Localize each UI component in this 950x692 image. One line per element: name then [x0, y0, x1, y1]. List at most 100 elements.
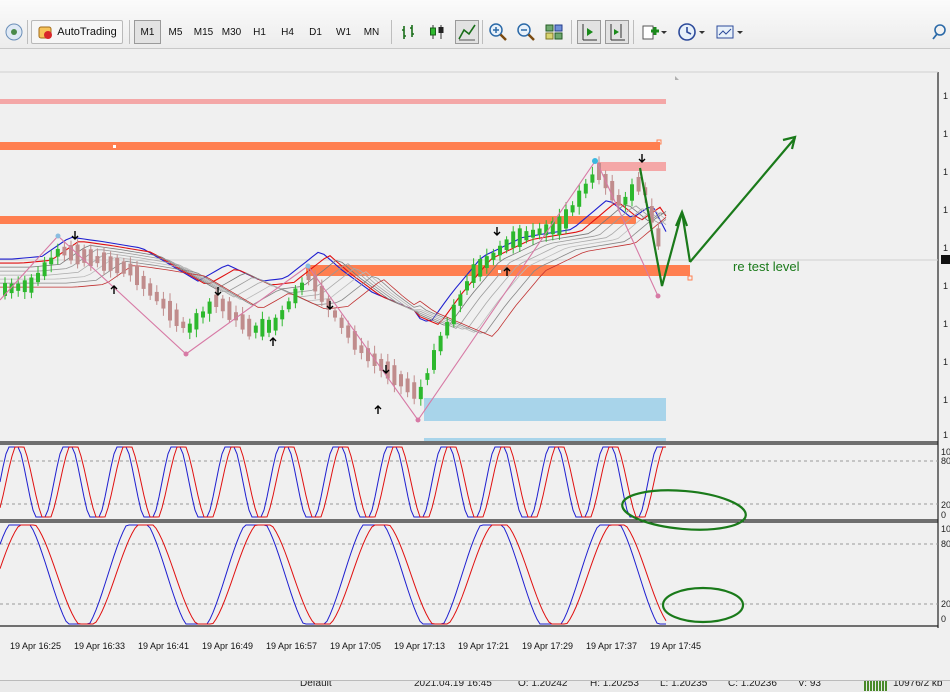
zigzag-point-high: [592, 158, 598, 164]
svg-text:1: 1: [943, 319, 948, 329]
candle-body: [616, 194, 621, 206]
candle-body: [636, 176, 641, 192]
candle-body: [121, 261, 126, 274]
osc1-level-80: 80: [941, 456, 950, 466]
candle-body: [531, 229, 535, 238]
candle-body: [333, 310, 337, 318]
candle-body: [623, 196, 628, 205]
candle-body: [154, 291, 159, 302]
candle-body: [108, 256, 113, 271]
candle-body: [49, 257, 54, 265]
candle-body: [537, 228, 542, 235]
time-label: 19 Apr 17:13: [394, 641, 446, 651]
zigzag-point: [55, 233, 61, 239]
candle-body: [359, 345, 364, 354]
time-label: 19 Apr 16:57: [266, 641, 318, 651]
time-axis: 19 Apr 16:25 19 Apr 16:33 19 Apr 16:41 1…: [0, 636, 950, 656]
candle-body: [161, 298, 166, 309]
candle-body: [260, 318, 265, 337]
svg-text:1: 1: [943, 243, 948, 253]
candle-body: [517, 228, 522, 247]
candle-body: [590, 174, 595, 183]
stochastic-2-main-line: [0, 524, 666, 625]
candle-body: [62, 246, 67, 256]
candle-body: [557, 216, 562, 235]
candle-body: [583, 183, 588, 194]
candle-body: [451, 304, 456, 325]
candle-body: [445, 322, 450, 336]
candle-body: [491, 252, 496, 260]
candle-body: [511, 231, 516, 248]
zone-orange-mid: [0, 216, 636, 224]
zone-blue-low: [424, 398, 666, 421]
candle-body: [286, 301, 291, 310]
status-traffic: 10976/2 kb: [893, 680, 943, 689]
osc2-level-0: 0: [941, 614, 946, 624]
time-label: 19 Apr 17:45: [650, 641, 702, 651]
candle-body: [16, 283, 21, 291]
candle-body: [88, 249, 93, 267]
time-label: 19 Apr 16:49: [202, 641, 254, 651]
status-bar: Default 2021.04.19 16:45 O: 1.20242 H: 1…: [0, 680, 950, 692]
status-close: C: 1.20236: [728, 680, 777, 689]
candle-body: [412, 382, 417, 399]
candle-body: [630, 184, 634, 201]
candle-body: [280, 310, 285, 320]
candle-body: [392, 365, 397, 386]
candle-body: [577, 190, 582, 207]
stochastic-1-signal-line: [0, 446, 667, 518]
candle-body: [55, 248, 60, 257]
svg-text:1: 1: [943, 167, 948, 177]
candle-body: [300, 282, 304, 291]
candle-body: [273, 317, 278, 331]
status-high: H: 1.20253: [590, 680, 639, 689]
svg-text:1: 1: [943, 205, 948, 215]
candle-body: [471, 264, 476, 283]
zone-blue-thin: [424, 438, 666, 441]
osc2-level-100: 100: [941, 524, 950, 534]
candle-body: [405, 378, 410, 393]
zigzag-point: [655, 293, 661, 299]
candle-body: [95, 256, 100, 264]
candle-body: [346, 325, 351, 338]
candle-body: [240, 314, 245, 330]
svg-text:1: 1: [943, 129, 948, 139]
candle-body: [36, 272, 40, 283]
zone-pink-top: [0, 99, 666, 104]
candle-body: [656, 228, 661, 247]
zigzag-point: [415, 417, 421, 423]
candle-body: [253, 325, 258, 333]
retest-annotation: re test level: [733, 259, 800, 274]
candle-body: [187, 323, 192, 333]
svg-text:1: 1: [943, 281, 948, 291]
candle-body: [207, 301, 212, 314]
candle-body: [201, 311, 205, 318]
candle-body: [339, 317, 344, 328]
candle-body: [418, 386, 423, 400]
candle-body: [504, 239, 509, 251]
candle-body: [181, 321, 186, 329]
time-label: 19 Apr 17:05: [330, 641, 382, 651]
price-chart[interactable]: re test level 100 80 20 0 100 80 20 0 1 …: [0, 0, 950, 691]
candle-body: [148, 283, 153, 296]
osc2-level-80: 80: [941, 539, 950, 549]
status-open: O: 1.20242: [518, 680, 568, 689]
candle-body: [168, 300, 172, 321]
candle-body: [102, 252, 106, 271]
candle-body: [478, 259, 483, 277]
price-axis: 1 1 1 1 1 1 1 1 1 1: [943, 91, 948, 440]
osc1-level-0: 0: [941, 510, 946, 520]
candle-body: [267, 319, 271, 333]
zigzag-point: [305, 263, 311, 269]
status-profile: Default: [300, 680, 332, 689]
candle-body: [432, 350, 436, 370]
svg-text:1: 1: [943, 91, 948, 101]
candle-body: [570, 205, 575, 213]
candle-body: [524, 231, 529, 241]
candle-body: [458, 294, 463, 306]
stochastic-1-main-line: [0, 446, 666, 518]
drawn-ellipse-osc1: [621, 489, 747, 531]
candle-body: [306, 273, 311, 281]
svg-text:1: 1: [943, 395, 948, 405]
svg-text:1: 1: [943, 430, 948, 440]
